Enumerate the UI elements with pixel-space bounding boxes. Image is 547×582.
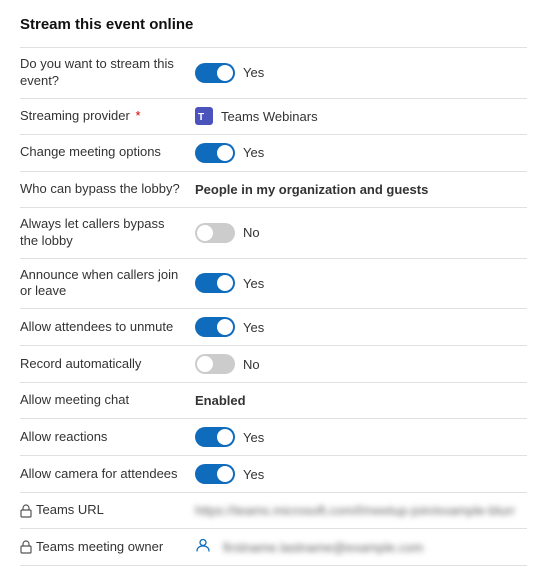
row-record-automatically: Record automatically No <box>20 345 527 382</box>
stream-event-toggle[interactable] <box>195 63 235 83</box>
record-automatically-value-label: No <box>243 357 260 372</box>
page-container: Stream this event online Do you want to … <box>0 0 547 582</box>
stream-event-value-label: Yes <box>243 65 264 80</box>
row-change-meeting-options: Change meeting options Yes <box>20 134 527 171</box>
allow-unmute-toggle[interactable] <box>195 317 235 337</box>
stream-event-toggle-thumb <box>217 65 233 81</box>
announce-callers-toggle-thumb <box>217 275 233 291</box>
teams-owner-label: Teams meeting owner <box>20 539 183 556</box>
callers-bypass-value-label: No <box>243 225 260 240</box>
owner-person-icon <box>195 537 211 557</box>
row-bypass-lobby: Who can bypass the lobby? People in my or… <box>20 171 527 207</box>
allow-reactions-toggle-track <box>195 427 235 447</box>
change-meeting-options-toggle-thumb <box>217 145 233 161</box>
callers-bypass-toggle-track <box>195 223 235 243</box>
page-title: Stream this event online <box>20 16 527 33</box>
teams-url-url: https://teams.microsoft.com/l/meetup-joi… <box>195 503 515 518</box>
allow-camera-toggle-thumb <box>217 466 233 482</box>
stream-event-label: Do you want to stream this event? <box>20 56 174 88</box>
change-meeting-options-toggle[interactable] <box>195 143 235 163</box>
row-allow-meeting-chat: Allow meeting chat Enabled <box>20 382 527 418</box>
callers-bypass-toggle-thumb <box>197 225 213 241</box>
row-announce-callers: Announce when callers join or leave Yes <box>20 258 527 309</box>
callers-bypass-label: Always let callers bypass the lobby <box>20 216 165 248</box>
allow-reactions-value-label: Yes <box>243 430 264 445</box>
allow-camera-toggle[interactable] <box>195 464 235 484</box>
lock-icon <box>20 540 32 554</box>
row-teams-owner: Teams meeting owner firstname.lastname@e… <box>20 528 527 566</box>
svg-text:T: T <box>198 112 204 123</box>
row-allow-unmute: Allow attendees to unmute Yes <box>20 308 527 345</box>
announce-callers-toggle[interactable] <box>195 273 235 293</box>
change-meeting-options-value-label: Yes <box>243 145 264 160</box>
allow-unmute-label: Allow attendees to unmute <box>20 319 173 334</box>
row-callers-bypass: Always let callers bypass the lobby No <box>20 207 527 258</box>
teams-url-label: Teams URL <box>20 502 183 519</box>
announce-callers-toggle-track <box>195 273 235 293</box>
allow-camera-label: Allow camera for attendees <box>20 466 178 481</box>
row-streaming-provider: Streaming provider * T Teams Webinars <box>20 98 527 134</box>
streaming-provider-label: Streaming provider * <box>20 108 141 123</box>
bypass-lobby-label: Who can bypass the lobby? <box>20 181 180 196</box>
allow-camera-value-label: Yes <box>243 467 264 482</box>
allow-camera-toggle-track <box>195 464 235 484</box>
lock-icon <box>20 504 32 518</box>
allow-meeting-chat-value: Enabled <box>195 393 246 408</box>
allow-unmute-toggle-track <box>195 317 235 337</box>
row-stream-event: Do you want to stream this event? Yes <box>20 47 527 98</box>
allow-reactions-toggle-thumb <box>217 429 233 445</box>
bypass-lobby-value: People in my organization and guests <box>195 182 428 197</box>
required-star: * <box>132 108 141 123</box>
allow-unmute-toggle-thumb <box>217 319 233 335</box>
record-automatically-toggle-thumb <box>197 356 213 372</box>
record-automatically-label: Record automatically <box>20 356 141 371</box>
teams-owner-owner-name: firstname.lastname@example.com <box>223 540 423 555</box>
settings-list: Do you want to stream this event? Yes Stre… <box>20 47 527 566</box>
change-meeting-options-toggle-track <box>195 143 235 163</box>
row-allow-reactions: Allow reactions Yes <box>20 418 527 455</box>
row-teams-url: Teams URL https://teams.microsoft.com/l/m… <box>20 492 527 528</box>
teams-webinars-icon: T <box>195 107 213 125</box>
callers-bypass-toggle[interactable] <box>195 223 235 243</box>
record-automatically-toggle-track <box>195 354 235 374</box>
streaming-provider-provider-name: Teams Webinars <box>221 109 318 124</box>
record-automatically-toggle[interactable] <box>195 354 235 374</box>
stream-event-toggle-track <box>195 63 235 83</box>
row-allow-camera: Allow camera for attendees Yes <box>20 455 527 492</box>
allow-meeting-chat-label: Allow meeting chat <box>20 392 129 407</box>
announce-callers-label: Announce when callers join or leave <box>20 267 178 299</box>
allow-unmute-value-label: Yes <box>243 320 264 335</box>
announce-callers-value-label: Yes <box>243 276 264 291</box>
change-meeting-options-label: Change meeting options <box>20 144 161 159</box>
allow-reactions-label: Allow reactions <box>20 429 107 444</box>
allow-reactions-toggle[interactable] <box>195 427 235 447</box>
